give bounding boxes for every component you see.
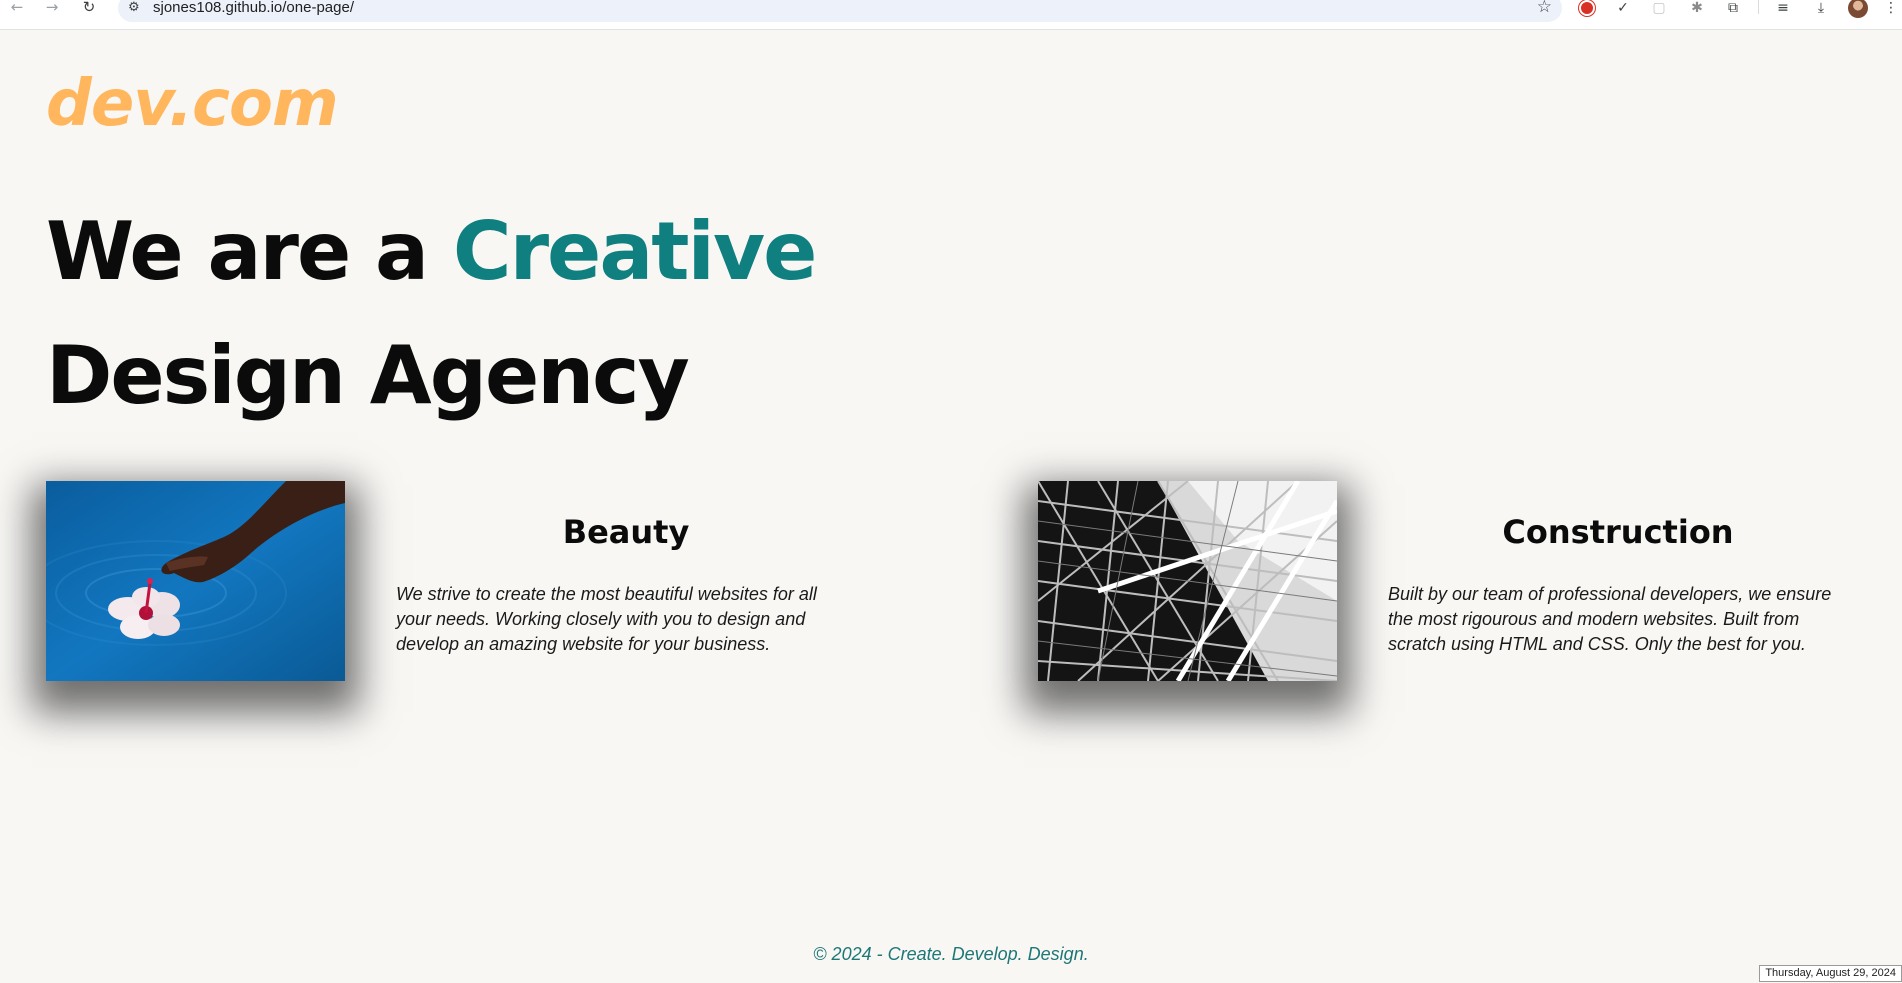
puzzle-extensions-icon[interactable]: ⧉ <box>1724 0 1742 16</box>
beauty-image <box>46 481 345 681</box>
taskbar-date-tooltip: Thursday, August 29, 2024 <box>1759 965 1902 982</box>
record-extension-icon[interactable] <box>1579 0 1595 16</box>
browser-toolbar: ← → ↻ ⚙ sjones108.github.io/one-page/ ☆ … <box>0 0 1902 30</box>
address-url[interactable]: sjones108.github.io/one-page/ <box>153 0 354 16</box>
hero-line1-prefix: We are a <box>46 205 453 298</box>
card-text-construction: Built by our team of professional develo… <box>1388 584 1832 654</box>
site-footer: © 2024 - Create. Develop. Design. <box>813 944 1089 964</box>
construction-image <box>1038 481 1337 681</box>
playlist-icon[interactable]: ≡ <box>1774 0 1792 16</box>
hero-line1-accent: Creative <box>452 205 817 298</box>
card-heading-beauty: Beauty <box>562 513 690 551</box>
bookmark-star-icon[interactable]: ☆ <box>1537 0 1552 17</box>
bug-extension-icon[interactable]: ✱ <box>1688 0 1706 16</box>
hibiscus-water-photo <box>46 481 345 681</box>
site-settings-icon[interactable]: ⚙ <box>128 0 140 15</box>
download-icon[interactable]: ⤓ <box>1812 0 1830 16</box>
hero-title: We are a Creative Design Agency <box>46 190 946 438</box>
square-extension-icon[interactable]: ▢ <box>1650 0 1668 16</box>
toolbar-divider <box>1758 0 1759 14</box>
card-heading-construction: Construction <box>1502 513 1734 551</box>
forward-icon[interactable]: → <box>41 0 63 16</box>
more-menu-icon[interactable]: ⋮ <box>1884 0 1898 16</box>
reload-icon[interactable]: ↻ <box>78 0 100 16</box>
steel-lattice-photo <box>1038 481 1337 681</box>
back-icon[interactable]: ← <box>6 0 28 16</box>
address-bar[interactable]: ⚙ sjones108.github.io/one-page/ ☆ <box>118 0 1562 22</box>
site-logo[interactable]: dev.com <box>46 66 339 142</box>
card-text-beauty: We strive to create the most beautiful w… <box>396 584 817 654</box>
check-circle-extension-icon[interactable]: ✓ <box>1614 0 1632 16</box>
hero-line2: Design Agency <box>46 329 690 422</box>
profile-avatar-icon[interactable] <box>1848 0 1868 18</box>
